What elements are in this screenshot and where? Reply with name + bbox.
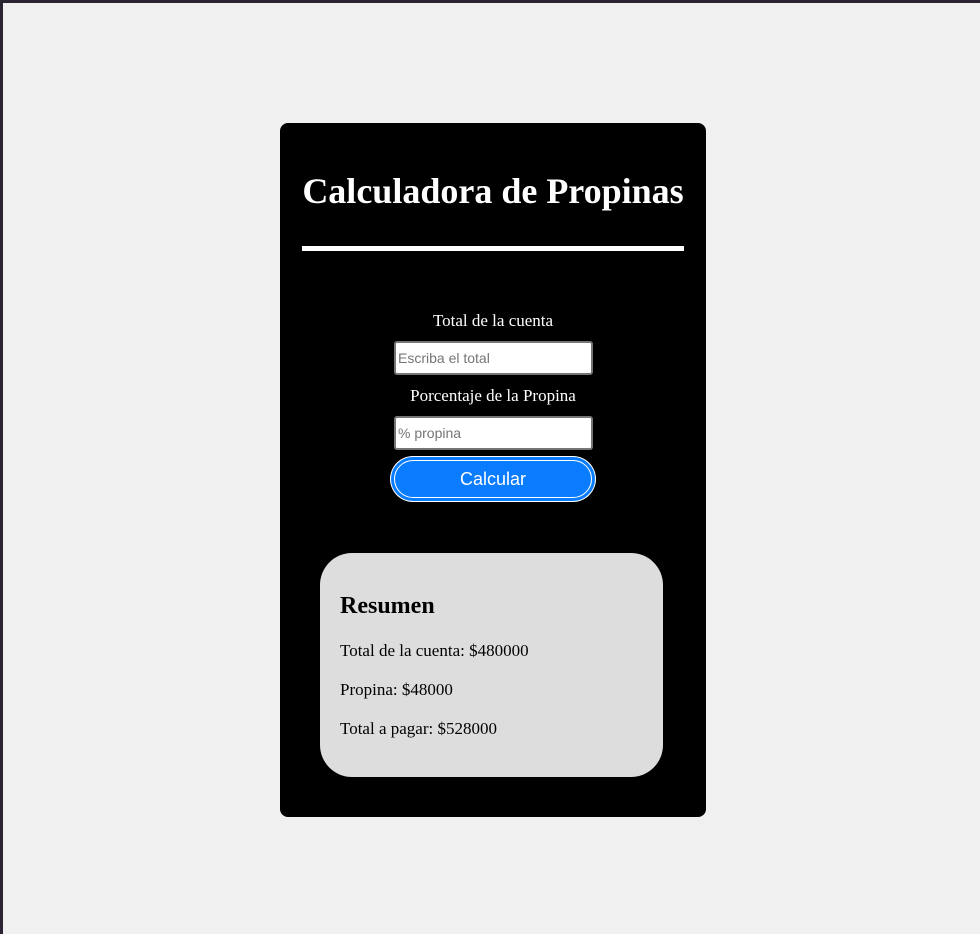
summary-grand-total: Total a pagar: $528000 <box>340 719 497 738</box>
total-input[interactable] <box>394 341 593 375</box>
calculate-button[interactable]: Calcular <box>391 457 595 501</box>
calculator-card: Calculadora de Propinas Total de la cuen… <box>280 123 706 817</box>
percent-input[interactable] <box>394 416 593 450</box>
total-label: Total de la cuenta <box>432 311 554 330</box>
page-title: Calculadora de Propinas <box>302 171 684 211</box>
summary-title: Resumen <box>340 593 435 619</box>
percent-label: Porcentaje de la Propina <box>410 386 576 405</box>
summary-panel: Resumen Total de la cuenta: $480000 Prop… <box>320 553 663 777</box>
summary-total: Total de la cuenta: $480000 <box>340 641 529 660</box>
summary-tip: Propina: $48000 <box>340 680 453 699</box>
title-divider <box>302 246 684 251</box>
